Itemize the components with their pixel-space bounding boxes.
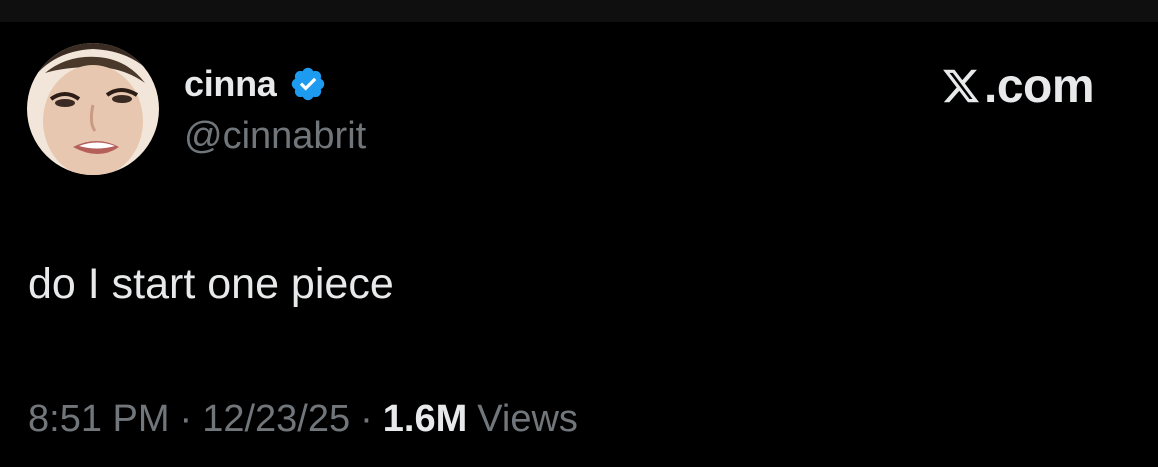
meta-separator: · — [360, 398, 373, 440]
verified-badge-icon — [291, 67, 324, 101]
x-logo-icon — [943, 69, 980, 103]
tweet-meta: 8:51 PM · 12/23/25 · 1.6M Views — [28, 398, 578, 441]
watermark: .com — [940, 60, 1095, 113]
avatar[interactable] — [27, 43, 159, 175]
author-name-row: cinna — [184, 62, 327, 106]
tweet-card: cinna @cinnabrit .com do I start one pie… — [0, 22, 1158, 467]
views-label: Views — [477, 398, 578, 440]
tweet-date[interactable]: 12/23/25 — [202, 398, 350, 441]
meta-separator: · — [179, 398, 193, 440]
tweet-time[interactable]: 8:51 PM — [28, 398, 170, 441]
author-handle[interactable]: @cinnabrit — [184, 115, 366, 158]
author-display-name[interactable]: cinna — [184, 63, 277, 105]
watermark-text: .com — [984, 59, 1095, 113]
avatar-image — [27, 43, 159, 175]
tweet-text: do I start one piece — [28, 260, 394, 308]
top-strip — [0, 0, 1158, 22]
views-count[interactable]: 1.6M — [383, 398, 467, 441]
